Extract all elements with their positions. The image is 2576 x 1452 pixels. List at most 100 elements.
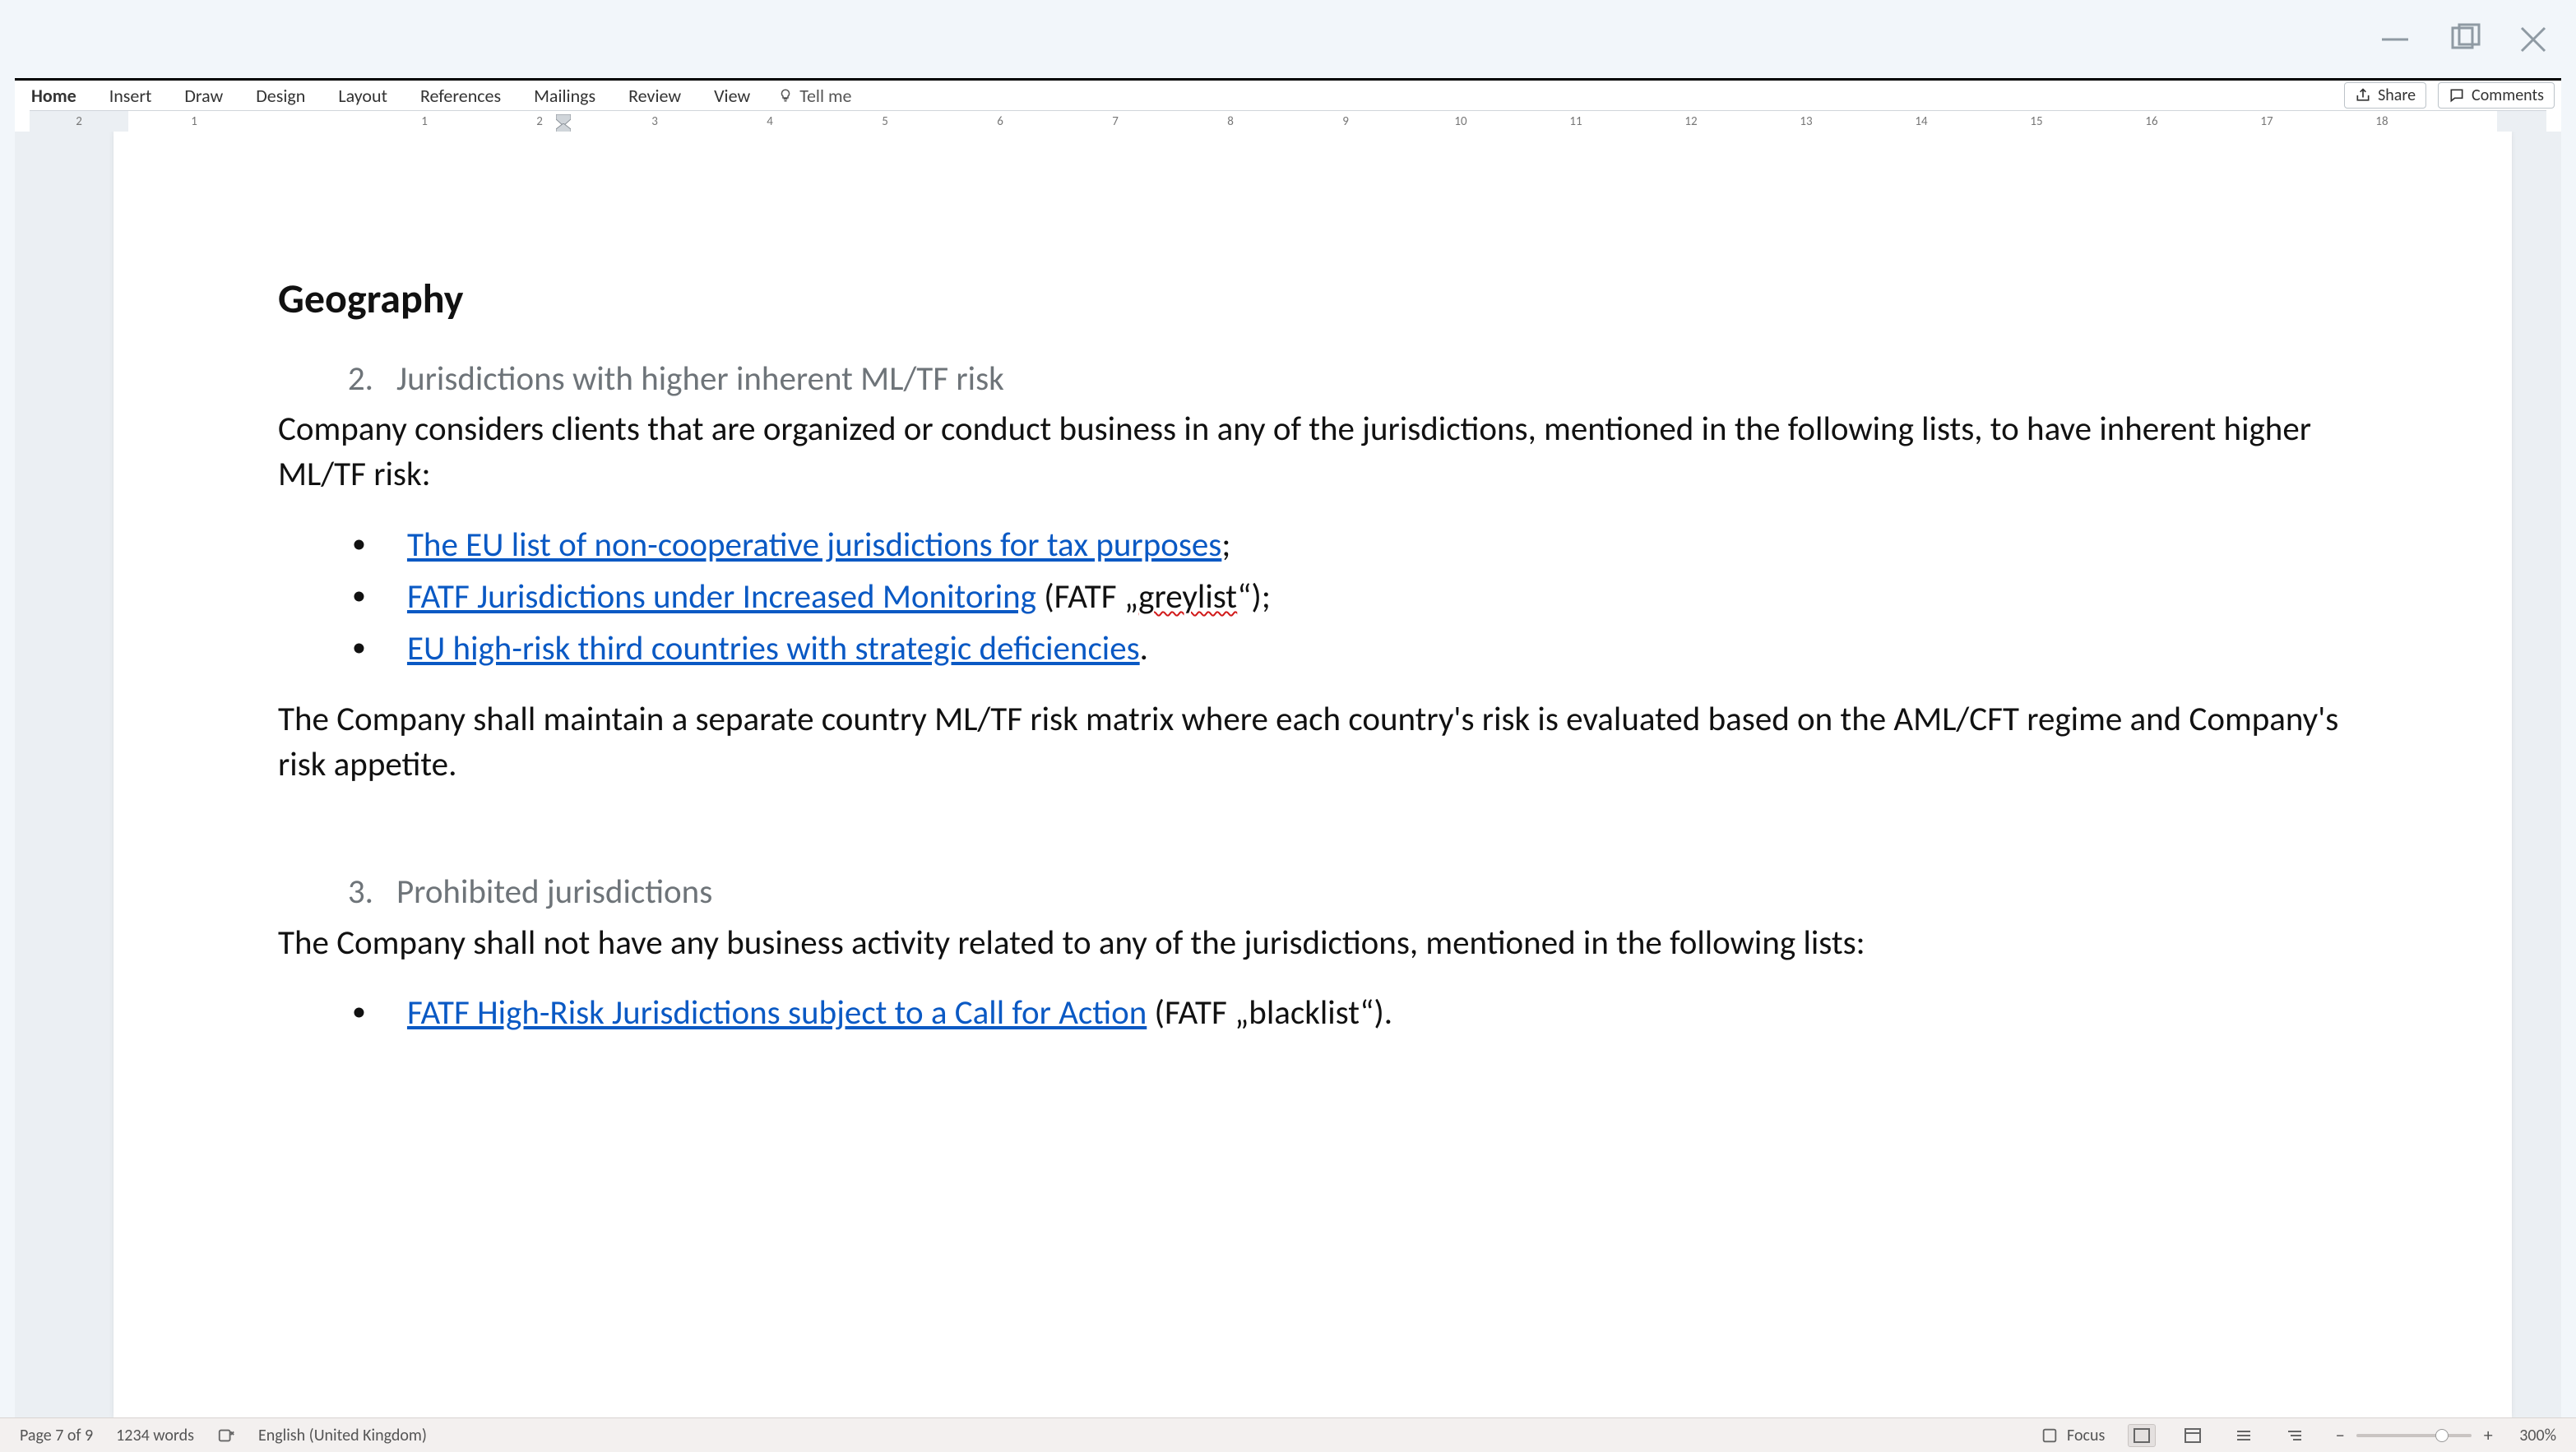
ruler-tick: 11 (1569, 114, 1582, 129)
share-label: Share (2378, 86, 2416, 105)
tab-insert[interactable]: Insert (93, 81, 169, 110)
ruler-tick: 2 (536, 114, 543, 129)
text: “); (1237, 576, 1271, 617)
spelling-error[interactable]: greylist (1138, 576, 1237, 617)
comments-button[interactable]: Comments (2438, 82, 2555, 109)
tab-mailings[interactable]: Mailings (517, 81, 612, 110)
status-bar: Page 7 of 9 1234 words English (United K… (0, 1417, 2576, 1452)
web-layout-icon (2184, 1427, 2202, 1444)
view-print-layout-button[interactable] (2128, 1424, 2156, 1447)
text: ; (1221, 525, 1230, 566)
window-minimize-button[interactable] (2377, 21, 2413, 58)
horizontal-ruler[interactable]: 2 1 1 2 3 4 5 6 7 8 9 10 11 12 13 14 15 … (30, 110, 2546, 132)
tab-draw[interactable]: Draw (168, 81, 239, 110)
hyperlink-eu-tax-list[interactable]: The EU list of non-cooperative jurisdict… (407, 525, 1221, 566)
comments-label: Comments (2472, 86, 2544, 105)
zoom-in-button[interactable]: + (2480, 1424, 2496, 1446)
bullet-list: The EU list of non-cooperative jurisdict… (278, 523, 2347, 673)
outline-icon (2286, 1427, 2304, 1444)
share-button[interactable]: Share (2344, 82, 2426, 109)
hyperlink-fatf-monitoring[interactable]: FATF Jurisdictions under Increased Monit… (407, 576, 1036, 617)
hyperlink-fatf-call-for-action[interactable]: FATF High-Risk Jurisdictions subject to … (407, 992, 1147, 1034)
list-item: FATF Jurisdictions under Increased Monit… (352, 575, 2347, 620)
view-reading-button[interactable] (2230, 1424, 2258, 1447)
focus-icon (2041, 1427, 2059, 1445)
spacing (278, 812, 2347, 870)
heading-geography: Geography (278, 271, 2347, 327)
ruler-tick: 17 (2260, 114, 2273, 129)
zoom-level[interactable]: 300% (2519, 1426, 2556, 1445)
ruler-tick: 2 (76, 114, 82, 129)
ruler-tick: 14 (1915, 114, 1927, 129)
tab-view[interactable]: View (697, 81, 767, 110)
numbered-heading-2: 2. Jurisdictions with higher inherent ML… (344, 357, 2347, 402)
focus-label: Focus (2067, 1426, 2105, 1445)
window-titlebar (0, 0, 2576, 78)
paragraph: The Company shall maintain a separate co… (278, 697, 2347, 788)
window-close-button[interactable] (2515, 21, 2551, 58)
status-page[interactable]: Page 7 of 9 (20, 1426, 93, 1445)
ribbon-tabs-left: Home Insert Draw Design Layout Reference… (15, 81, 864, 110)
ruler-tick: 4 (767, 114, 773, 129)
ruler-tick: 16 (2145, 114, 2157, 129)
tab-references[interactable]: References (404, 81, 517, 110)
status-language[interactable]: English (United Kingdom) (258, 1426, 427, 1445)
list-item: FATF High-Risk Jurisdictions subject to … (352, 991, 2347, 1036)
comment-icon (2449, 87, 2465, 104)
tab-layout[interactable]: Layout (322, 81, 404, 110)
numbered-heading-3: 3. Prohibited jurisdictions (344, 870, 2347, 915)
ruler-tick: 1 (191, 114, 197, 129)
view-web-layout-button[interactable] (2179, 1424, 2207, 1447)
zoom-out-button[interactable]: − (2332, 1424, 2348, 1446)
list-heading-text: Jurisdictions with higher inherent ML/TF… (396, 357, 1004, 402)
tab-home[interactable]: Home (15, 81, 93, 110)
ruler-tick: 10 (1454, 114, 1466, 129)
ribbon-container: Home Insert Draw Design Layout Reference… (15, 78, 2561, 132)
hanging-indent-marker[interactable] (556, 123, 571, 132)
ruler-tick: 9 (1342, 114, 1349, 129)
ribbon-right-actions: Share Comments (2344, 81, 2561, 110)
window-maximize-button[interactable] (2446, 21, 2482, 58)
ruler-tick: 7 (1112, 114, 1119, 129)
status-spellcheck[interactable] (217, 1427, 235, 1445)
text: (FATF „blacklist“). (1147, 992, 1392, 1034)
ruler-tick: 6 (997, 114, 1003, 129)
ruler-tick: 3 (651, 114, 658, 129)
ruler-tick: 12 (1684, 114, 1697, 129)
list-heading-text: Prohibited jurisdictions (396, 870, 712, 915)
hyperlink-eu-high-risk[interactable]: EU high-risk third countries with strate… (407, 628, 1140, 669)
tab-design[interactable]: Design (239, 81, 322, 110)
ruler-tick: 5 (882, 114, 888, 129)
print-layout-icon (2133, 1427, 2151, 1444)
tell-me-search[interactable]: Tell me (767, 81, 863, 110)
ruler-tick: 1 (421, 114, 428, 129)
focus-mode-button[interactable]: Focus (2041, 1426, 2105, 1445)
document-page[interactable]: Geography 2. Jurisdictions with higher i… (114, 132, 2512, 1417)
list-number: 3. (344, 870, 373, 915)
status-word-count[interactable]: 1234 words (116, 1426, 194, 1445)
zoom-thumb[interactable] (2435, 1429, 2449, 1442)
spellcheck-icon (217, 1427, 235, 1445)
ruler-tick: 18 (2375, 114, 2388, 129)
ruler-margin-right (2497, 111, 2546, 132)
zoom-track[interactable] (2356, 1434, 2472, 1437)
list-number: 2. (344, 357, 373, 402)
share-icon (2355, 87, 2371, 104)
view-outline-button[interactable] (2281, 1424, 2309, 1447)
list-item: EU high-risk third countries with strate… (352, 627, 2347, 672)
zoom-slider[interactable]: − + (2332, 1424, 2496, 1446)
document-workspace[interactable]: Geography 2. Jurisdictions with higher i… (15, 132, 2561, 1417)
list-item: The EU list of non-cooperative jurisdict… (352, 523, 2347, 568)
document-body[interactable]: Geography 2. Jurisdictions with higher i… (278, 271, 2347, 1036)
bullet-list: FATF High-Risk Jurisdictions subject to … (278, 991, 2347, 1036)
lightbulb-icon (778, 88, 793, 103)
ruler-tick: 8 (1227, 114, 1234, 129)
tell-me-label: Tell me (799, 85, 851, 107)
ruler-tick: 15 (2030, 114, 2042, 129)
reading-icon (2235, 1427, 2253, 1444)
tab-review[interactable]: Review (612, 81, 697, 110)
text: . (1140, 628, 1148, 669)
ruler-tick: 13 (1800, 114, 1812, 129)
paragraph: The Company shall not have any business … (278, 921, 2347, 966)
ribbon-tabs: Home Insert Draw Design Layout Reference… (15, 81, 2561, 110)
